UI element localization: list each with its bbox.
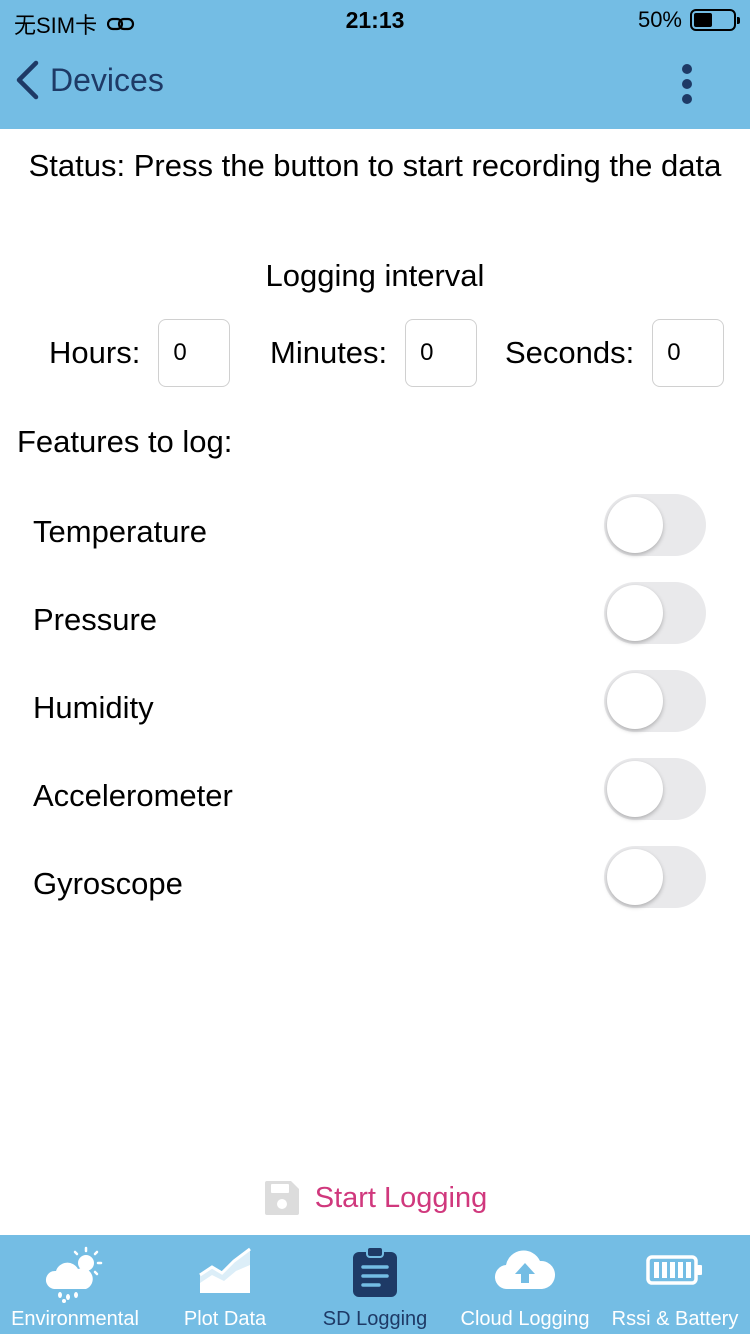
feature-row-temperature: Temperature [0, 494, 750, 582]
back-button[interactable]: Devices [14, 60, 164, 100]
battery-indicator-icon [690, 9, 740, 31]
more-options-icon[interactable] [676, 64, 700, 104]
hours-label: Hours: [49, 335, 141, 370]
battery-percent: 50% [637, 7, 682, 32]
accelerometer-toggle[interactable] [604, 758, 706, 820]
pressure-toggle[interactable] [604, 582, 706, 644]
status-bar: 无SIM卡 21:13 50% [0, 0, 750, 40]
hours-group: Hours: [49, 319, 231, 387]
navigation-bar: Devices [0, 40, 750, 129]
feature-label: Gyroscope [33, 866, 183, 901]
tab-sd-logging[interactable]: SD Logging [300, 1235, 450, 1334]
feature-row-pressure: Pressure [0, 582, 750, 670]
minutes-group: Minutes: [270, 319, 478, 387]
weather-icon [45, 1246, 103, 1303]
feature-row-gyroscope: Gyroscope [0, 846, 750, 934]
tab-cloud-logging[interactable]: Cloud Logging [450, 1235, 600, 1334]
tab-label: Rssi & Battery [611, 1308, 739, 1330]
top-bar: 无SIM卡 21:13 50% Devices [0, 0, 750, 129]
features-title: Features to log: [17, 424, 233, 459]
battery-icon [646, 1255, 702, 1285]
start-logging-label: Start Logging [314, 1181, 488, 1214]
tab-bar: Environmental Plot Data SD Logging Cloud… [0, 1235, 750, 1334]
minutes-label: Minutes: [270, 335, 388, 370]
feature-label: Pressure [33, 602, 158, 637]
back-label: Devices [50, 61, 164, 98]
feature-row-accelerometer: Accelerometer [0, 758, 750, 846]
tab-label: Plot Data [183, 1308, 267, 1330]
status-message: Status: Press the button to start record… [28, 148, 722, 183]
minutes-input[interactable] [405, 319, 478, 387]
feature-label: Temperature [33, 514, 208, 549]
floppy-disk-icon [264, 1181, 299, 1215]
tab-label: Environmental [11, 1308, 139, 1330]
tab-rssi-battery[interactable]: Rssi & Battery [600, 1235, 750, 1334]
cloud-upload-icon [494, 1250, 556, 1290]
hours-input[interactable] [158, 319, 231, 387]
chart-icon [199, 1247, 251, 1293]
tab-label: SD Logging [322, 1308, 428, 1330]
tab-plot-data[interactable]: Plot Data [150, 1235, 300, 1334]
seconds-input[interactable] [652, 319, 725, 387]
clipboard-icon [353, 1246, 397, 1297]
logging-interval-title: Logging interval [265, 258, 485, 293]
start-logging-button[interactable]: Start Logging [0, 1168, 750, 1228]
seconds-label: Seconds: [505, 335, 635, 370]
feature-row-humidity: Humidity [0, 670, 750, 758]
battery-status: 50% [637, 7, 740, 33]
tab-environmental[interactable]: Environmental [0, 1235, 150, 1334]
chevron-left-icon [16, 60, 39, 100]
humidity-toggle[interactable] [604, 670, 706, 732]
seconds-group: Seconds: [505, 319, 725, 387]
gyroscope-toggle[interactable] [604, 846, 706, 908]
tab-label: Cloud Logging [460, 1308, 590, 1330]
temperature-toggle[interactable] [604, 494, 706, 556]
feature-label: Humidity [33, 690, 154, 725]
feature-label: Accelerometer [33, 778, 233, 813]
